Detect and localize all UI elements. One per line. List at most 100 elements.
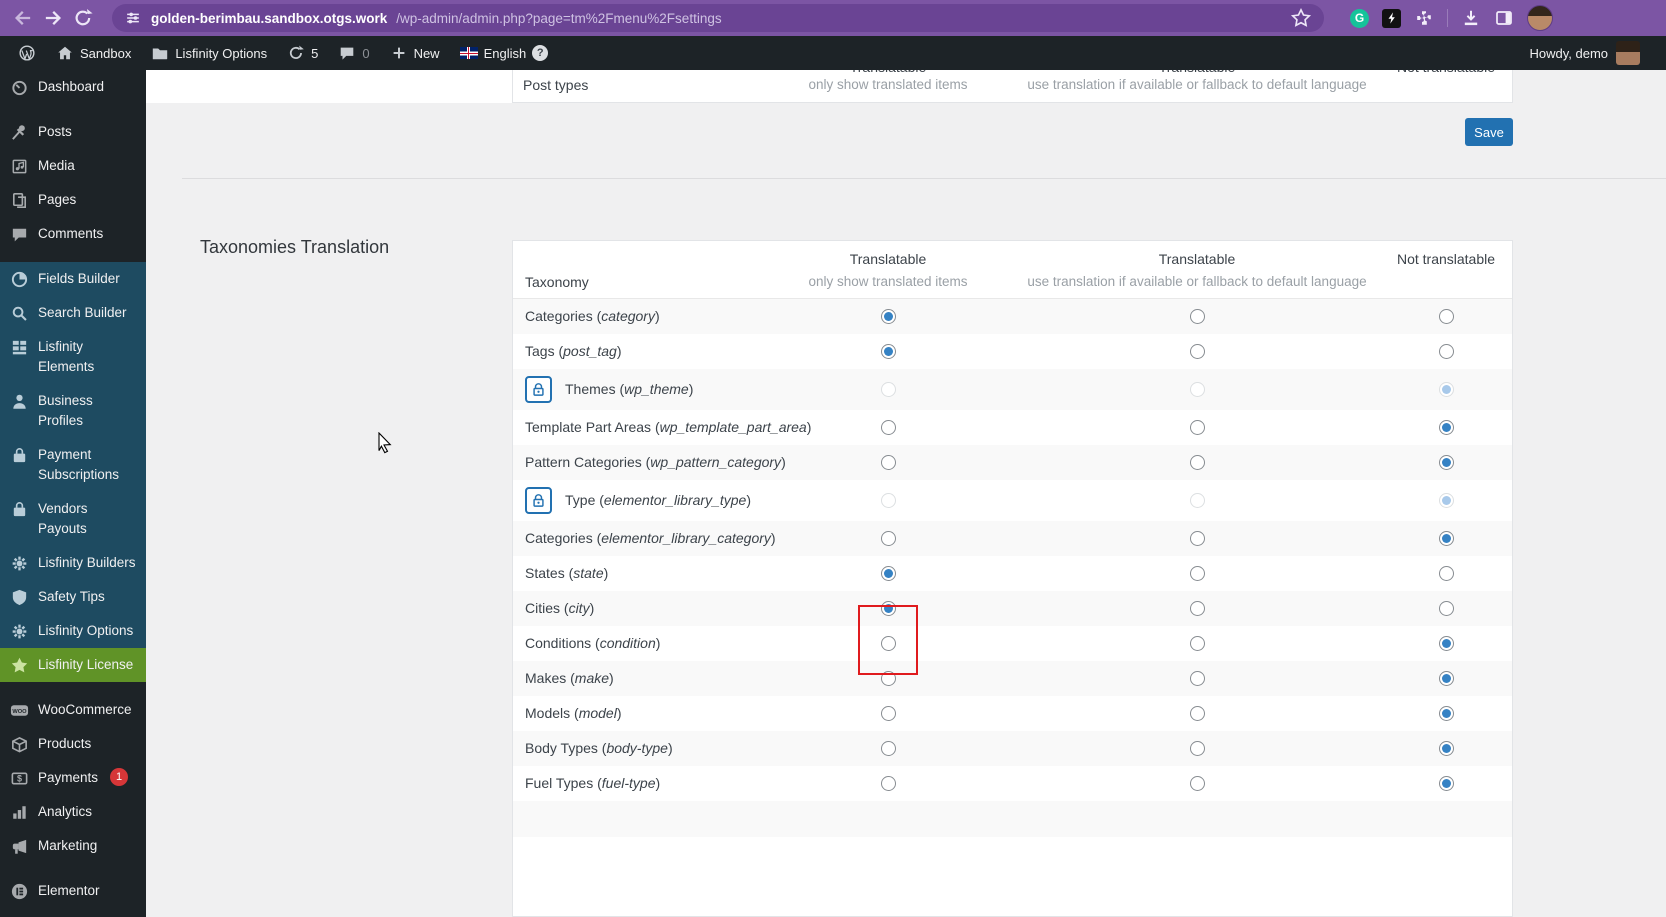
sidebar-item-label: Lisfinity Options [38,623,134,638]
site-name-menu[interactable]: Sandbox [48,36,139,70]
taxonomy-label: Categories (elementor_library_category) [525,530,776,546]
side-panel-icon[interactable] [1494,8,1514,28]
radio-not_translatable-city[interactable] [1439,601,1454,616]
radio-only_translated-state[interactable] [881,566,896,581]
sidebar-item-search-builder[interactable]: Search Builder [0,296,146,330]
radio-not_translatable-state[interactable] [1439,566,1454,581]
sidebar-item-pages[interactable]: Pages [0,183,146,217]
sidebar-item-comments[interactable]: Comments [0,217,146,251]
radio-fallback-elementor_library_category[interactable] [1190,531,1205,546]
bookmark-star-icon[interactable] [1290,7,1312,29]
help-icon[interactable]: ? [532,45,549,61]
sidebar-item-elementor[interactable]: Elementor [0,874,146,908]
radio-not_translatable-category[interactable] [1439,309,1454,324]
radio-not_translatable-model[interactable] [1439,706,1454,721]
sidebar-item-lisfinity-options[interactable]: Lisfinity Options [0,614,146,648]
sidebar-item-safety-tips[interactable]: Safety Tips [0,580,146,614]
lightning-extension-icon[interactable] [1382,8,1401,28]
updates-count: 5 [311,45,319,61]
sidebar-item-posts[interactable]: Posts [0,115,146,149]
comments-bubble-icon [338,44,356,62]
radio-only_translated-fuel-type[interactable] [881,776,896,791]
new-content-menu[interactable]: New [382,36,448,70]
comments-menu[interactable]: 0 [330,36,377,70]
sidebar-item-dashboard[interactable]: Dashboard [0,70,146,104]
radio-not_translatable-fuel-type[interactable] [1439,776,1454,791]
radio-fallback-category[interactable] [1190,309,1205,324]
gauge-icon [10,78,29,97]
radio-fallback-model[interactable] [1190,706,1205,721]
taxonomy-label: Type (elementor_library_type) [565,492,751,508]
sidebar-item-marketing[interactable]: Marketing [0,829,146,863]
sidebar-item-lisfinity-elements[interactable]: Lisfinity Elements [0,330,146,384]
extensions-puzzle-icon[interactable] [1414,8,1434,28]
radio-only_translated-post_tag[interactable] [881,344,896,359]
radio-fallback-make[interactable] [1190,671,1205,686]
admin-bar-account[interactable]: Howdy, demo [1529,41,1656,65]
refresh-icon[interactable] [72,7,94,29]
sidebar-item-analytics[interactable]: Analytics [0,795,146,829]
sidebar-item-payments[interactable]: $ Payments 1 [0,761,146,795]
sidebar-item-lisfinity-builders[interactable]: Lisfinity Builders [0,546,146,580]
radio-fallback-condition[interactable] [1190,636,1205,651]
radio-not_translatable-body-type[interactable] [1439,741,1454,756]
sidebar-separator [0,251,146,262]
sidebar-separator [0,863,146,874]
radio-fallback-post_tag[interactable] [1190,344,1205,359]
grid-icon [10,338,29,357]
star-icon [10,656,29,675]
radio-only_translated-body-type[interactable] [881,741,896,756]
radio-fallback-body-type[interactable] [1190,741,1205,756]
media-icon [10,157,29,176]
radio-not_translatable-post_tag[interactable] [1439,344,1454,359]
browser-profile-avatar[interactable] [1527,5,1553,31]
folder-icon [151,44,169,62]
radio-fallback-city[interactable] [1190,601,1205,616]
sidebar-item-lisfinity-license[interactable]: Lisfinity License [0,648,146,682]
sidebar-item-business-profiles[interactable]: Business Profiles [0,384,146,438]
updates-menu[interactable]: 5 [279,36,326,70]
sidebar-item-woocommerce[interactable]: WOO WooCommerce [0,693,146,727]
radio-not_translatable-make[interactable] [1439,671,1454,686]
wp-logo-menu[interactable] [10,36,44,70]
site-info-icon[interactable] [124,9,142,27]
sidebar-item-vendors-payouts[interactable]: Vendors Payouts [0,492,146,546]
sidebar-item-payment-subscriptions[interactable]: Payment Subscriptions [0,438,146,492]
taxonomy-label: Cities (city) [525,600,595,616]
sidebar-item-templates[interactable]: Templates [0,908,146,917]
taxonomy-label: Tags (post_tag) [525,343,622,359]
downloads-icon[interactable] [1461,8,1481,28]
radio-fallback-state[interactable] [1190,566,1205,581]
forward-icon[interactable] [42,7,64,29]
updates-icon [287,44,305,62]
radio-only_translated-model[interactable] [881,706,896,721]
grammarly-extension-icon[interactable]: G [1350,8,1369,28]
back-icon[interactable] [12,7,34,29]
radio-only_translated-category[interactable] [881,309,896,324]
radio-not_translatable-condition[interactable] [1439,636,1454,651]
sidebar-item-media[interactable]: Media [0,149,146,183]
radio-fallback-wp_pattern_category[interactable] [1190,455,1205,470]
mouse-cursor [378,432,392,454]
sidebar-item-fields-builder[interactable]: Fields Builder [0,262,146,296]
taxonomy-row-state: States (state) [513,556,1512,591]
radio-fallback-fuel-type[interactable] [1190,776,1205,791]
sidebar-item-label: Products [38,736,92,751]
radio-only_translated-wp_pattern_category[interactable] [881,455,896,470]
browser-toolbar: golden-berimbau.sandbox.otgs.work/wp-adm… [0,0,1666,36]
radio-not_translatable-elementor_library_category[interactable] [1439,531,1454,546]
radio-not_translatable-wp_template_part_area[interactable] [1439,420,1454,435]
radio-only_translated-wp_template_part_area[interactable] [881,420,896,435]
lisfinity-options-menu[interactable]: Lisfinity Options [143,36,275,70]
save-button[interactable]: Save [1465,118,1513,146]
taxonomy-row-fuel-type: Fuel Types (fuel-type) [513,766,1512,801]
radio-only_translated-elementor_library_category[interactable] [881,531,896,546]
new-label: New [413,45,440,61]
col2-sub: only show translated items [808,274,968,289]
radio-only_translated-elementor_library_type [881,493,896,508]
radio-not_translatable-wp_pattern_category[interactable] [1439,455,1454,470]
radio-fallback-wp_template_part_area[interactable] [1190,420,1205,435]
address-bar[interactable]: golden-berimbau.sandbox.otgs.work/wp-adm… [112,4,1324,32]
language-switcher[interactable]: English? [452,36,557,70]
sidebar-item-products[interactable]: Products [0,727,146,761]
